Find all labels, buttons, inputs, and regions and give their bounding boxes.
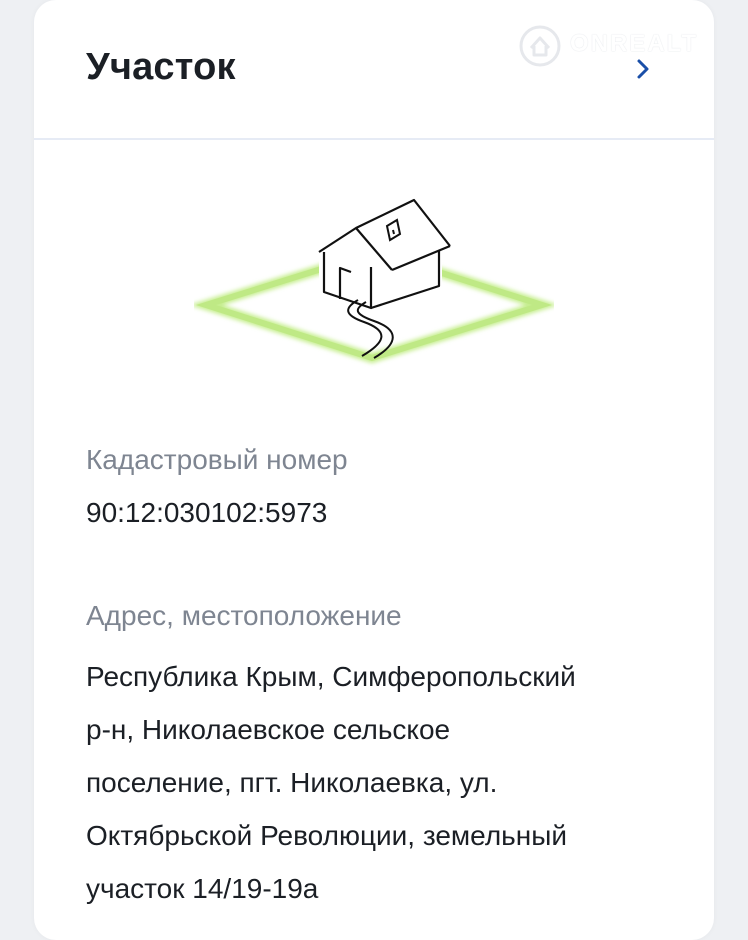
plot-card: Участок ONREALT Кадастровый номер 90:12:… xyxy=(34,0,714,940)
address-label: Адрес, местоположение xyxy=(86,600,402,631)
address-line: поселение, пгт. Николаевка, ул. xyxy=(86,767,498,798)
house-plot-icon xyxy=(194,198,554,364)
address-line: участок 14/19-19а xyxy=(86,873,319,904)
address-line: р-н, Николаевское сельское xyxy=(86,714,451,745)
watermark-logo: ONREALT xyxy=(512,22,712,70)
card-title: Участок xyxy=(86,46,236,88)
cadastral-number-value: 90:12:030102:5973 xyxy=(86,497,328,528)
address-line: Октябрьской Революции, земельный xyxy=(86,820,567,851)
chevron-right-icon[interactable] xyxy=(628,54,658,84)
address-value: Республика Крым, Симферопольский р-н, Ни… xyxy=(86,650,686,915)
cadastral-number-label: Кадастровый номер xyxy=(86,444,348,475)
address-line: Республика Крым, Симферопольский xyxy=(86,661,576,692)
card-header[interactable]: Участок ONREALT xyxy=(34,0,714,140)
home-icon xyxy=(519,25,561,67)
